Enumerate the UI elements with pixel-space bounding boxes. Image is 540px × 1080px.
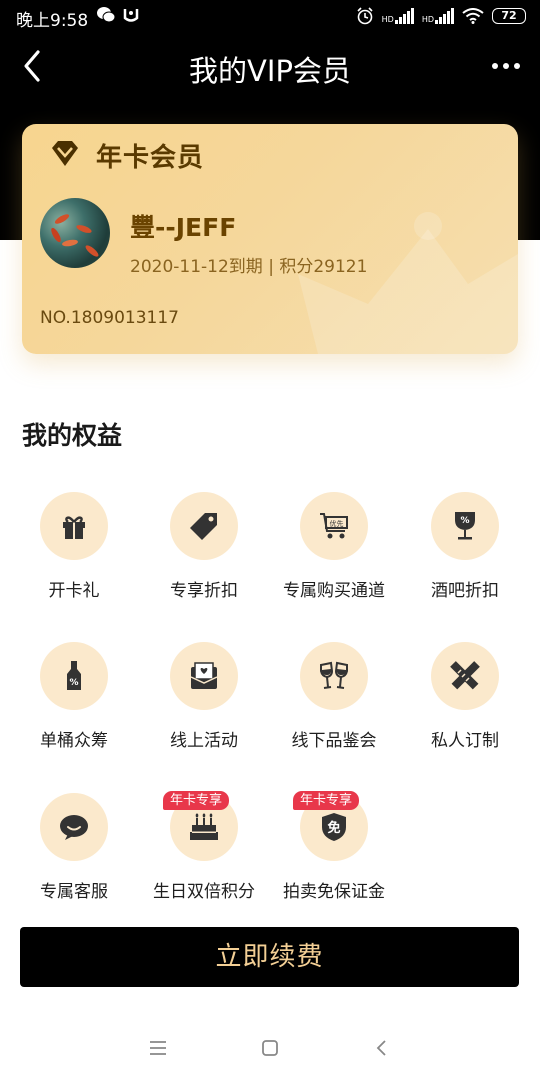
status-time: 晚上9:58 [16,11,89,31]
bottle-icon: % [67,661,81,690]
benefit-label: 单桶众筹 [40,731,108,751]
annual-exclusive-badge: 年卡专享 [163,791,230,810]
card-number: NO.1809013117 [40,308,179,328]
alarm-icon [357,7,373,25]
tag-icon [190,513,217,540]
benefit-cask-crowdfunding[interactable]: % 单桶众筹 [9,642,139,762]
benefit-online-events[interactable]: 线上活动 [139,642,269,762]
benefit-priority-purchase[interactable]: 优先 专属购买通道 [269,492,399,612]
benefit-label: 私人订制 [431,731,499,751]
benefit-auction-deposit-free[interactable]: 免 年卡专享 拍卖免保证金 [269,791,399,913]
annual-exclusive-badge: 年卡专享 [293,791,360,810]
svg-text:%: % [69,678,78,688]
cake-icon [190,813,218,840]
benefits-title: 我的权益 [22,421,123,450]
renew-button[interactable]: 立即续费 [20,927,519,987]
signal-icon: HD [422,8,454,24]
system-navigation-bar [0,1020,540,1080]
signal-icon: HD [382,8,414,24]
pencil-ruler-icon [450,661,480,690]
page-title: 我的VIP会员 [189,54,351,88]
benefit-label: 线下品鉴会 [291,731,377,751]
benefit-bar-discount[interactable]: % 酒吧折扣 [400,492,530,612]
benefit-label: 生日双倍积分 [153,882,255,902]
crown-watermark-icon [298,212,518,354]
wine-glass-icon: % [455,512,475,540]
home-icon[interactable] [258,1036,282,1060]
cart-icon: 优先 [320,513,348,539]
dot-icon [492,63,498,69]
benefit-customer-service[interactable]: 专属客服 [9,793,139,913]
diamond-icon [52,141,78,166]
svg-text:优先: 优先 [330,519,344,528]
benefit-label: 专享折扣 [170,581,238,601]
nav-bar: 我的VIP会员 [0,34,540,98]
wifi-icon [462,8,484,24]
benefit-gift[interactable]: 开卡礼 [9,492,139,612]
benefit-birthday-points[interactable]: 年卡专享 生日双倍积分 [139,791,269,913]
battery-icon: 72 [492,8,526,24]
user-name: 豐--JEFF [130,213,237,242]
benefit-label: 拍卖免保证金 [283,882,385,902]
benefit-offline-tasting[interactable]: 线下品鉴会 [269,642,399,762]
benefit-discount[interactable]: 专享折扣 [139,492,269,612]
benefit-label: 酒吧折扣 [431,581,499,601]
shield-free-icon: 免 [322,813,346,841]
dot-icon [503,63,509,69]
benefit-private-custom[interactable]: 私人订制 [400,642,530,762]
chat-icon [60,815,88,840]
status-bar: 晚上9:58 HD HD 72 [0,0,540,34]
back-nav-icon[interactable] [370,1036,394,1060]
card-type: 年卡会员 [96,143,205,173]
gift-icon [63,516,85,539]
avatar[interactable] [40,198,110,268]
benefit-label: 专属客服 [40,882,108,902]
svg-text:%: % [460,516,469,526]
dot-icon [514,63,520,69]
notification-icon [123,9,139,22]
more-button[interactable] [492,54,522,78]
svg-text:免: 免 [327,820,340,836]
benefit-label: 开卡礼 [48,581,100,601]
cheers-icon [320,661,348,689]
membership-expiry-points: 2020-11-12到期 | 积分29121 [130,257,368,277]
wechat-icon [97,7,116,23]
menu-icon[interactable] [146,1036,170,1060]
benefit-label: 专属购买通道 [283,581,385,601]
vip-card: 年卡会员 豐--JEFF 2020-11-12到期 | 积分29121 NO.1… [22,124,518,354]
benefit-label: 线上活动 [170,731,238,751]
mail-heart-icon [190,662,218,689]
